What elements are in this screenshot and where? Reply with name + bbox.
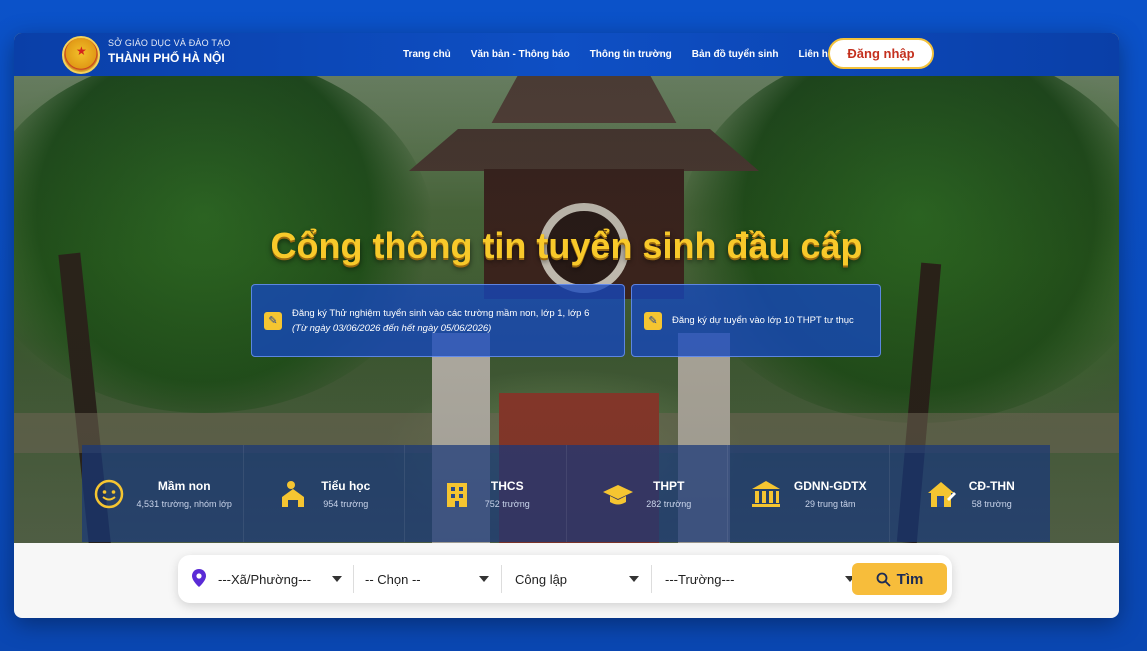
choose-select[interactable]: -- Chọn -- [365, 565, 489, 593]
school-select-value: ---Trường--- [665, 571, 735, 587]
nav-school-info[interactable]: Thông tin trường [590, 49, 672, 60]
registration-primary-title: Đăng ký Thử nghiệm tuyển sinh vào các tr… [292, 307, 590, 319]
level-name: THCS [490, 478, 524, 493]
house-edit-icon [925, 478, 957, 510]
edit-form-icon: ✎ [264, 311, 282, 330]
registration-card-private-hs[interactable]: ✎ Đăng ký dự tuyển vào lớp 10 THPT tư th… [631, 284, 881, 357]
choose-select-value: -- Chọn -- [365, 571, 421, 587]
location-pin-icon [192, 569, 206, 587]
school-levels: Mầm non 4,531 trường, nhóm lớp Tiểu học … [82, 445, 1050, 542]
search-button-label: Tìm [896, 570, 924, 588]
ward-select[interactable]: ---Xã/Phường--- [218, 565, 342, 593]
registration-card-primary[interactable]: ✎ Đăng ký Thử nghiệm tuyển sinh vào các … [251, 284, 625, 357]
level-thpt[interactable]: THPT 282 trường [567, 445, 728, 542]
org-line1: SỞ GIÁO DỤC VÀ ĐÀO TẠO [108, 38, 231, 48]
main-nav: Trang chủ Văn bản - Thông báo Thông tin … [403, 33, 853, 76]
level-count: 752 trường [484, 498, 530, 509]
search-bar: ---Xã/Phường--- -- Chọn -- Công lập ---T… [178, 555, 952, 603]
divider [651, 565, 652, 593]
school-select[interactable]: ---Trường--- [665, 565, 855, 593]
chevron-down-icon [629, 576, 639, 582]
level-count: 282 trường [646, 498, 692, 509]
level-count: 58 trường [971, 498, 1012, 509]
brand[interactable]: SỞ GIÁO DỤC VÀ ĐÀO TẠO THÀNH PHỐ HÀ NỘI [108, 38, 230, 65]
face-icon [93, 478, 125, 510]
chevron-down-icon [479, 576, 489, 582]
level-name: THPT [653, 478, 685, 493]
level-thcs[interactable]: THCS 752 trường [405, 445, 567, 542]
nav-home[interactable]: Trang chủ [403, 49, 451, 60]
graduation-cap-icon [602, 478, 634, 510]
top-header: ★ SỞ GIÁO DỤC VÀ ĐÀO TẠO THÀNH PHỐ HÀ NỘ… [14, 33, 1119, 76]
level-tieu-hoc[interactable]: Tiểu học 954 trường [244, 445, 405, 542]
page-frame: ★ SỞ GIÁO DỤC VÀ ĐÀO TẠO THÀNH PHỐ HÀ NỘ… [14, 33, 1119, 618]
chevron-down-icon [332, 576, 342, 582]
level-count: 29 trung tâm [804, 498, 856, 509]
level-gdnn-gdtx[interactable]: GDNN-GDTX 29 trung tâm [728, 445, 890, 542]
nav-documents[interactable]: Văn bản - Thông báo [471, 49, 570, 60]
edit-form-icon: ✎ [644, 311, 662, 330]
level-name: Mầm non [157, 478, 211, 493]
institution-icon [750, 478, 782, 510]
school-type-select[interactable]: Công lập [515, 565, 639, 593]
school-type-value: Công lập [515, 571, 568, 587]
building-icon [441, 478, 473, 510]
divider [501, 565, 502, 593]
registration-private-title: Đăng ký dự tuyển vào lớp 10 THPT tư thục [672, 315, 854, 326]
search-button[interactable]: Tìm [852, 563, 947, 595]
divider [353, 565, 354, 593]
page-title: Cổng thông tin tuyển sinh đầu cấp [270, 225, 863, 266]
emblem-logo[interactable]: ★ [62, 36, 100, 74]
search-icon [876, 572, 891, 587]
level-mam-non[interactable]: Mầm non 4,531 trường, nhóm lớp [82, 445, 244, 542]
level-cd-thn[interactable]: CĐ-THN 58 trường [890, 445, 1051, 542]
org-line2: THÀNH PHỐ HÀ NỘI [108, 51, 225, 65]
level-name: Tiểu học [321, 478, 371, 493]
child-school-icon [277, 478, 309, 510]
level-count: 4,531 trường, nhóm lớp [136, 498, 232, 509]
level-count: 954 trường [323, 498, 369, 509]
level-name: GDNN-GDTX [793, 478, 867, 493]
registration-primary-dates: (Từ ngày 03/06/2026 đến hết ngày 05/06/2… [292, 322, 492, 334]
nav-map[interactable]: Bản đồ tuyển sinh [692, 49, 779, 60]
login-button[interactable]: Đăng nhập [828, 38, 934, 69]
level-name: CĐ-THN [968, 478, 1015, 493]
ward-select-value: ---Xã/Phường--- [218, 571, 312, 587]
